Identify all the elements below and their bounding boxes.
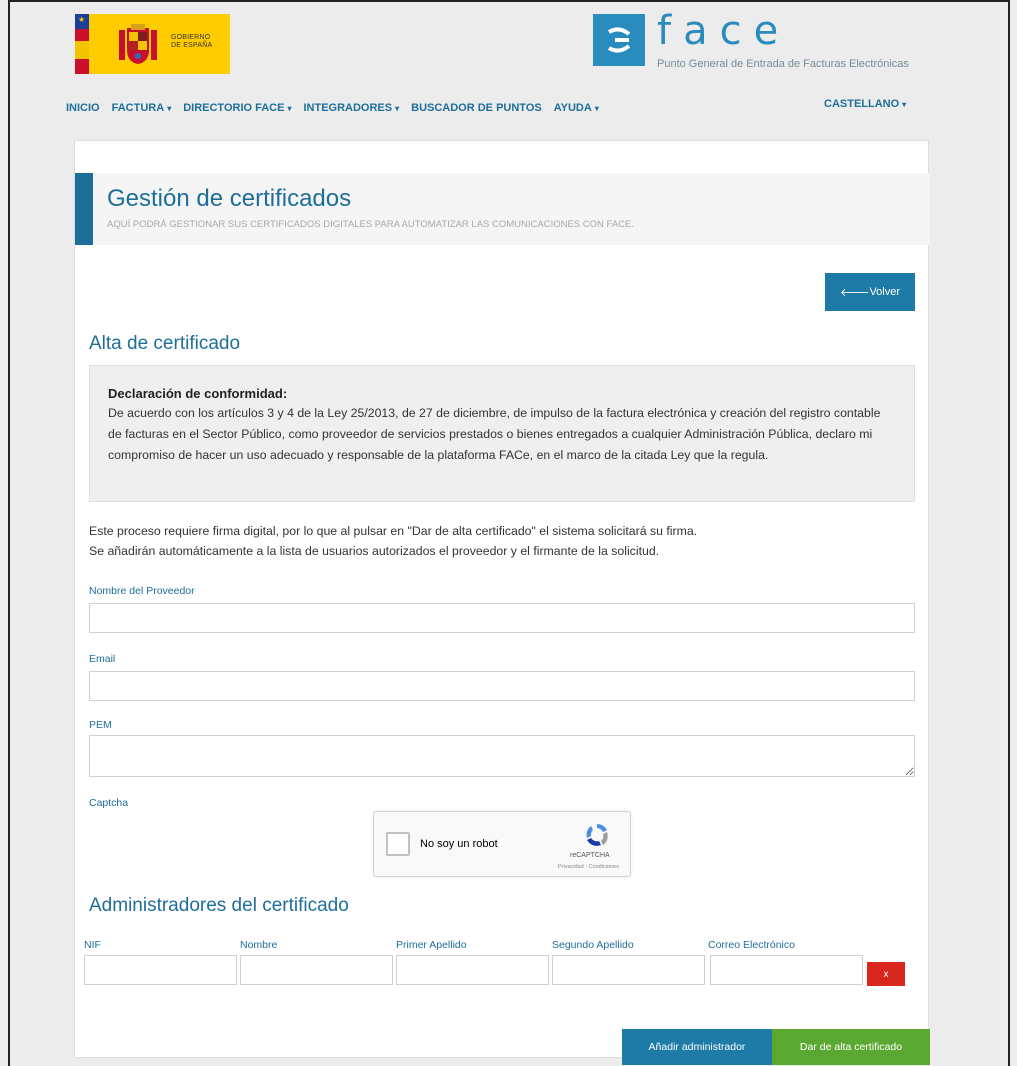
nav-item-ayuda[interactable]: AYUDA ▾	[554, 102, 599, 114]
provider-label: Nombre del Proveedor	[89, 585, 195, 597]
col-label-segundo-apellido: Segundo Apellido	[552, 939, 634, 951]
page-title: Gestión de certificados	[107, 185, 352, 212]
submit-certificate-button[interactable]: Dar de alta certificado	[772, 1029, 930, 1065]
admin-nif-input[interactable]	[84, 955, 237, 985]
face-logo-letters: face	[657, 8, 791, 54]
nav-item-factura[interactable]: FACTURA ▾	[112, 102, 172, 114]
gobierno-logo[interactable]: ★ GOBIERNO DE ESPAÑA	[75, 14, 230, 74]
title-accent-bar	[75, 173, 93, 245]
page-title-band: Gestión de certificados AQUÍ PODRÁ GESTI…	[75, 173, 930, 245]
email-input[interactable]	[89, 671, 915, 701]
admins-title: Administradores del certificado	[89, 895, 349, 916]
gobierno-text-line1: GOBIERNO	[171, 34, 211, 41]
info-line-1: Este proceso requiere firma digital, por…	[89, 524, 698, 538]
face-badge-icon	[593, 14, 645, 66]
admin-segundo-apellido-input[interactable]	[552, 955, 705, 985]
section-title-alta: Alta de certificado	[89, 333, 241, 354]
arrow-left-icon: 🡐	[839, 287, 870, 299]
declaration-box: Declaración de conformidad: De acuerdo c…	[89, 365, 915, 502]
back-button[interactable]: 🡐 Volver	[825, 273, 915, 311]
gobierno-text: GOBIERNO DE ESPAÑA	[171, 34, 212, 50]
gobierno-shield: GOBIERNO DE ESPAÑA	[89, 14, 230, 74]
info-line-2: Se añadirán automáticamente a la lista d…	[89, 544, 660, 558]
caret-down-icon: ▾	[287, 104, 292, 113]
col-label-nombre: Nombre	[240, 939, 278, 951]
coat-of-arms-icon	[119, 24, 157, 64]
pem-label: PEM	[89, 719, 112, 731]
recaptcha-widget: No soy un robot reCAPTCHA Privacidad - C…	[373, 811, 631, 877]
captcha-label: Captcha	[89, 797, 129, 809]
caret-down-icon: ▾	[594, 104, 599, 113]
provider-name-input[interactable]	[89, 603, 915, 633]
language-label: CASTELLANO	[824, 98, 900, 110]
main-nav: INICIO FACTURA ▾ DIRECTORIO FACE ▾ INTEGRA…	[66, 98, 611, 118]
face-logo[interactable]: face Punto General de Entrada de Factura…	[593, 8, 933, 70]
admin-primer-apellido-input[interactable]	[396, 955, 549, 985]
gobierno-text-line2: DE ESPAÑA	[171, 42, 213, 49]
col-label-nif: NIF	[84, 939, 101, 951]
remove-admin-button[interactable]: x	[867, 962, 905, 986]
face-subtitle: Punto General de Entrada de Facturas Ele…	[657, 58, 909, 70]
site-header: ★ GOBIERNO DE ESPAÑA face Punto General …	[10, 2, 1008, 157]
nav-item-integradores[interactable]: INTEGRADORES ▾	[303, 102, 399, 114]
recaptcha-terms-link[interactable]: Privacidad - Condiciones	[558, 864, 619, 870]
language-selector[interactable]: CASTELLANO ▾	[824, 98, 906, 110]
recaptcha-label: No soy un robot	[420, 838, 498, 850]
email-label: Email	[89, 653, 116, 665]
nav-item-inicio[interactable]: INICIO	[66, 102, 100, 114]
admin-correo-input[interactable]	[710, 955, 863, 985]
recaptcha-brand: reCAPTCHA	[570, 852, 610, 859]
col-label-correo: Correo Electrónico	[708, 939, 795, 951]
page-subtitle: AQUÍ PODRÁ GESTIONAR SUS CERTIFICADOS DI…	[107, 219, 634, 230]
nav-item-buscador-de-puntos[interactable]: BUSCADOR DE PUNTOS	[411, 102, 542, 114]
main-panel: Gestión de certificados AQUÍ PODRÁ GESTI…	[74, 140, 930, 1065]
back-button-label: Volver	[869, 286, 901, 298]
caret-down-icon: ▾	[167, 104, 172, 113]
add-admin-button[interactable]: Añadir administrador	[622, 1029, 772, 1065]
eu-flag-icon: ★	[75, 14, 89, 74]
declaration-text: De acuerdo con los artículos 3 y 4 de la…	[108, 406, 881, 462]
recaptcha-checkbox[interactable]	[386, 832, 410, 856]
nav-item-directorio-face[interactable]: DIRECTORIO FACE ▾	[183, 102, 291, 114]
declaration-title: Declaración de conformidad:	[108, 386, 288, 401]
recaptcha-logo-icon	[586, 823, 608, 846]
caret-down-icon: ▾	[395, 104, 400, 113]
caret-down-icon: ▾	[902, 100, 907, 109]
admin-nombre-input[interactable]	[240, 955, 393, 985]
info-text: Este proceso requiere firma digital, por…	[89, 521, 929, 561]
col-label-primer-apellido: Primer Apellido	[396, 939, 467, 951]
pem-textarea[interactable]	[89, 735, 915, 777]
